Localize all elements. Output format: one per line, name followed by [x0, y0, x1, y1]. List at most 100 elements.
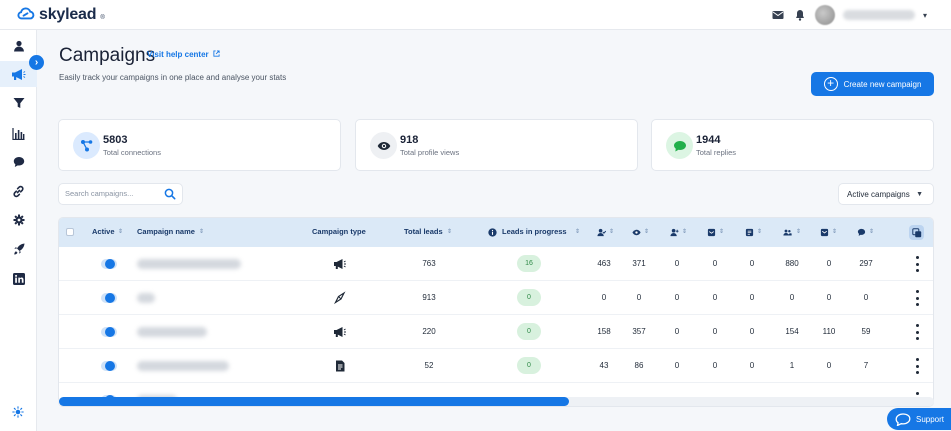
- stat-cell: 0: [749, 361, 755, 370]
- sidebar-item-launch[interactable]: [4, 236, 33, 262]
- sort-icon[interactable]: ⇕: [796, 228, 801, 235]
- campaign-name-blurred[interactable]: [137, 361, 229, 371]
- inmail-icon[interactable]: [707, 228, 716, 237]
- eye-icon: [370, 132, 397, 159]
- sort-icon[interactable]: ⇕: [609, 228, 614, 235]
- header-leads-in-progress[interactable]: Leads in progress: [502, 227, 567, 236]
- stat-cell: 0: [674, 361, 680, 370]
- support-chat-button[interactable]: Support: [887, 408, 951, 430]
- megaphone-icon: [334, 259, 346, 269]
- sort-icon[interactable]: ⇕: [118, 228, 123, 235]
- search-box: [58, 183, 183, 205]
- leads-in-progress-badge: 0: [517, 289, 541, 306]
- cloud-link-logo-icon: [17, 7, 35, 20]
- stat-cell: 0: [712, 327, 718, 336]
- sort-icon[interactable]: ⇕: [447, 228, 452, 235]
- sun-theme-icon[interactable]: [10, 404, 26, 420]
- table-row[interactable]: 52 0 43 86 0 0 0 1 0 7: [59, 349, 933, 383]
- search-icon[interactable]: [164, 188, 176, 200]
- stat-cell: 0: [749, 293, 755, 302]
- email-icon[interactable]: [745, 228, 754, 237]
- table-row[interactable]: 220 0 158 357 0 0 0 154 110 59: [59, 315, 933, 349]
- sidebar-item-integrations[interactable]: [4, 178, 33, 204]
- stat-card-replies: 1944 Total replies: [651, 119, 934, 171]
- top-bar: skylead ® ▾: [0, 0, 951, 30]
- stat-cell: 0: [674, 259, 680, 268]
- stat-cell: 880: [785, 259, 799, 268]
- sort-icon[interactable]: ⇕: [869, 228, 874, 235]
- sidebar-item-filters[interactable]: [4, 90, 33, 116]
- sort-icon[interactable]: ⇕: [682, 228, 687, 235]
- search-input[interactable]: [65, 189, 160, 198]
- sort-icon[interactable]: ⇕: [644, 228, 649, 235]
- info-icon[interactable]: [488, 228, 497, 237]
- sidebar-item-profile[interactable]: [4, 33, 33, 59]
- total-leads-cell: 913: [422, 293, 436, 302]
- row-menu-icon[interactable]: [914, 256, 920, 272]
- eye-icon[interactable]: [632, 228, 641, 237]
- horizontal-scrollbar-thumb[interactable]: [59, 397, 569, 406]
- user-name-blurred[interactable]: [842, 10, 915, 20]
- avatar[interactable]: [814, 5, 835, 25]
- table-row[interactable]: 913 0 0 0 0 0 0 0 0 0: [59, 281, 933, 315]
- stat-cell: 110: [822, 327, 836, 336]
- stat-cell: 0: [749, 259, 755, 268]
- stat-cell: 0: [789, 293, 795, 302]
- stat-label: Total profile views: [400, 148, 460, 157]
- chat-bubble-icon[interactable]: [857, 228, 866, 237]
- users-icon[interactable]: [783, 228, 792, 237]
- column-settings-icon[interactable]: [909, 225, 924, 240]
- page-title: Campaigns: [59, 45, 156, 66]
- stat-cell: 0: [712, 259, 718, 268]
- stat-cell: 154: [785, 327, 799, 336]
- user-check-icon[interactable]: [597, 228, 606, 237]
- row-menu-icon[interactable]: [914, 324, 920, 340]
- user-plus-icon[interactable]: [670, 228, 679, 237]
- sidebar-item-inbox[interactable]: [4, 149, 33, 175]
- sort-icon[interactable]: ⇕: [757, 228, 762, 235]
- campaign-name-blurred[interactable]: [137, 327, 207, 337]
- chat-bubble-icon: [666, 132, 693, 159]
- campaign-name-blurred[interactable]: [137, 293, 155, 303]
- row-menu-icon[interactable]: [914, 358, 920, 374]
- rocket-icon: [13, 243, 24, 255]
- sort-icon[interactable]: ⇕: [832, 228, 837, 235]
- email-open-icon[interactable]: [820, 228, 829, 237]
- header-total-leads[interactable]: Total leads: [404, 227, 443, 236]
- stat-cell: 0: [826, 293, 832, 302]
- stat-card-profile-views: 918 Total profile views: [355, 119, 638, 171]
- sort-icon[interactable]: ⇕: [719, 228, 724, 235]
- sort-icon[interactable]: ⇕: [199, 228, 204, 235]
- gear-icon: [13, 214, 24, 226]
- megaphone-icon: [12, 68, 26, 80]
- header-active[interactable]: Active: [92, 227, 115, 236]
- header-campaign-type: Campaign type: [312, 227, 366, 236]
- sidebar-expand-button[interactable]: ›: [29, 55, 44, 70]
- toggle-knob: [105, 259, 115, 269]
- skylead-logo[interactable]: skylead ®: [16, 5, 105, 24]
- sidebar-item-linkedin[interactable]: [4, 266, 33, 292]
- stat-cell: 1: [789, 361, 795, 370]
- stat-cell: 86: [634, 361, 644, 370]
- row-menu-icon[interactable]: [914, 290, 920, 306]
- total-leads-cell: 763: [422, 259, 436, 268]
- campaign-name-blurred[interactable]: [137, 259, 241, 269]
- mail-icon[interactable]: [771, 8, 785, 22]
- support-label: Support: [916, 414, 945, 424]
- campaign-status-dropdown[interactable]: Active campaigns ▼: [838, 183, 934, 205]
- chevron-down-icon[interactable]: ▾: [923, 11, 927, 20]
- sort-icon[interactable]: ⇕: [575, 228, 580, 235]
- create-campaign-button[interactable]: + Create new campaign: [811, 72, 934, 96]
- table-row[interactable]: 763 16 463 371 0 0 0 880 0 297: [59, 247, 933, 281]
- select-all-checkbox[interactable]: [66, 228, 74, 236]
- leads-in-progress-badge: 0: [517, 357, 541, 374]
- document-icon: [336, 360, 345, 372]
- header-campaign-name[interactable]: Campaign name: [137, 227, 195, 236]
- sidebar-item-statistics[interactable]: [4, 121, 33, 147]
- bell-icon[interactable]: [793, 8, 807, 22]
- stat-cell: 0: [749, 327, 755, 336]
- help-link-label: Visit help center: [147, 50, 209, 59]
- sidebar-item-settings[interactable]: [4, 207, 33, 233]
- table-header: Active ⇕ Campaign name ⇕ Campaign type T…: [59, 218, 933, 247]
- help-center-link[interactable]: Visit help center: [147, 50, 220, 59]
